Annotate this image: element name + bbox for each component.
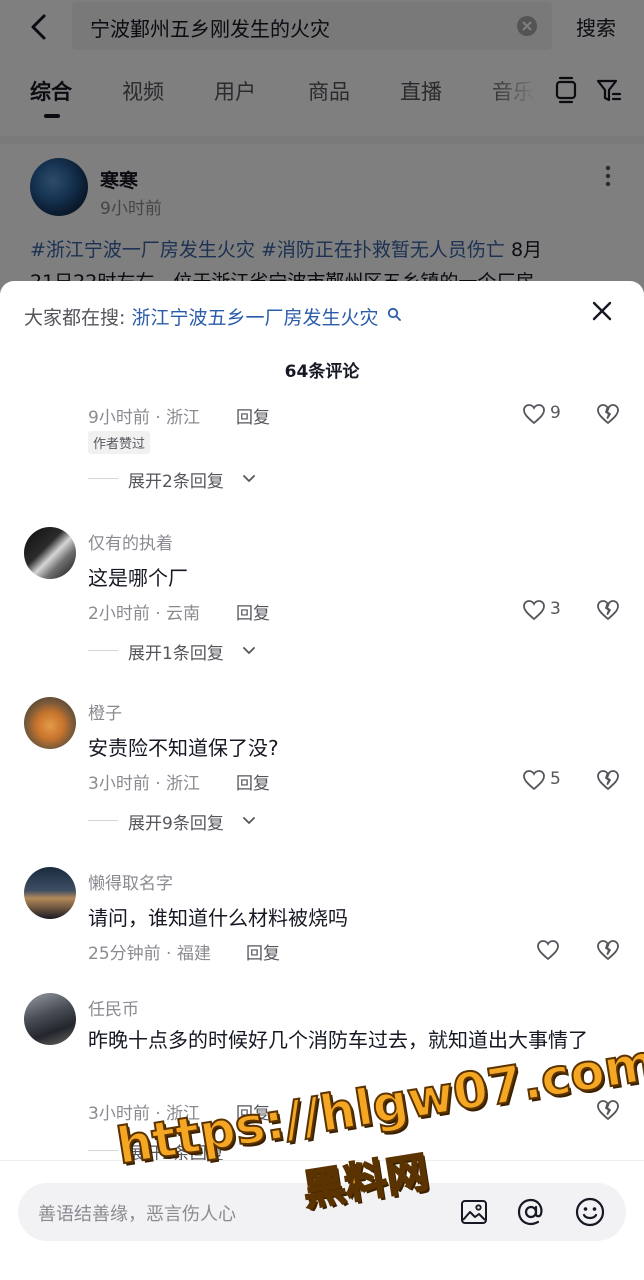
emoji-icon[interactable] [574,1196,606,1228]
hot-search-link[interactable]: 浙江宁波五乡一厂房发生火灾 [131,307,378,329]
search-icon [387,307,401,321]
comment-meta: 25分钟前 · 福建 [88,944,211,964]
comment-item: 仅有的执着 这是哪个厂 2小时前 · 云南 回复 3 展开1条回复 [0,527,644,667]
expand-line [88,820,118,821]
like-count: 9 [550,403,561,423]
chevron-down-icon [243,475,255,482]
dislike-icon[interactable] [596,1098,620,1122]
comment-meta: 2小时前 · 云南 [88,604,201,624]
expand-replies-label: 展开1条回复 [128,644,224,664]
heart-icon[interactable] [522,599,546,621]
author-liked-badge: 作者赞过 [88,431,151,454]
comment-author[interactable]: 懒得取名字 [88,869,173,894]
expand-line [88,650,118,651]
comment-meta: 3小时前 · 浙江 [88,774,201,794]
comment-item: 懒得取名字 请问，谁知道什么材料被烧吗 25分钟前 · 福建 回复 [0,867,644,967]
dislike-icon[interactable] [596,598,620,622]
hot-search: 大家都在搜: 浙江宁波五乡一厂房发生火灾 [24,303,401,330]
comment-author[interactable]: 仅有的执着 [88,529,173,554]
comment-input-bar: 善语结善缘，恶言伤人心 [0,1160,644,1280]
avatar[interactable] [24,527,76,579]
backdrop-overlay[interactable] [0,0,644,300]
expand-line [88,1150,118,1151]
like-count: 5 [550,769,561,789]
dislike-icon[interactable] [596,768,620,792]
comment-text: 昨晚十点多的时候好几个消防车过去，就知道出大事情了 [88,1028,588,1052]
comment-item: 任民币 昨晚十点多的时候好几个消防车过去，就知道出大事情了 3小时前 · 浙江 … [0,993,644,1173]
like-count: 3 [550,599,561,619]
chevron-down-icon [243,647,255,654]
heart-icon[interactable] [536,939,560,961]
avatar[interactable] [24,697,76,749]
comment-item: 橙子 安责险不知道保了没? 3小时前 · 浙江 回复 5 展开9条回复 [0,697,644,837]
comment-author[interactable]: 橙子 [88,699,122,724]
comment-text: 请问，谁知道什么材料被烧吗 [88,906,348,930]
image-icon[interactable] [460,1198,488,1226]
expand-line [88,478,118,479]
comment-count: 64条评论 [284,362,360,382]
heart-icon[interactable] [522,403,546,425]
comment-input-placeholder: 善语结善缘，恶言伤人心 [38,1204,236,1225]
dislike-icon[interactable] [596,938,620,962]
reply-button[interactable]: 回复 [236,1099,270,1124]
expand-replies-label: 展开2条回复 [128,472,224,492]
comment-author[interactable]: 任民币 [88,995,139,1020]
dislike-icon[interactable] [596,402,620,426]
avatar[interactable] [24,993,76,1045]
comment-item: 9小时前 · 浙江 回复 9 作者赞过 展开2条回复 [0,393,644,493]
reply-button[interactable]: 回复 [236,769,270,794]
at-icon[interactable] [516,1197,546,1227]
comment-text: 安责险不知道保了没? [88,736,279,760]
close-icon[interactable] [590,299,614,323]
expand-replies[interactable]: 展开9条回复 [88,809,288,834]
expand-replies[interactable]: 展开2条回复 [88,467,288,492]
avatar[interactable] [24,867,76,919]
comments-sheet: 大家都在搜: 浙江宁波五乡一厂房发生火灾 64条评论 9小时前 · 浙江 回复 … [0,281,644,1280]
reply-button[interactable]: 回复 [236,599,270,624]
reply-button[interactable]: 回复 [246,939,280,964]
comment-input[interactable]: 善语结善缘，恶言伤人心 [18,1183,626,1241]
expand-replies-label: 展开9条回复 [128,814,224,834]
heart-icon[interactable] [522,769,546,791]
comment-meta: 9小时前 · 浙江 [88,408,201,428]
comment-meta: 3小时前 · 浙江 [88,1104,201,1124]
expand-replies[interactable]: 展开1条回复 [88,639,288,664]
reply-button[interactable]: 回复 [236,403,270,428]
comment-text: 这是哪个厂 [88,566,188,590]
hot-search-label: 大家都在搜: [24,307,126,329]
chevron-down-icon [243,817,255,824]
